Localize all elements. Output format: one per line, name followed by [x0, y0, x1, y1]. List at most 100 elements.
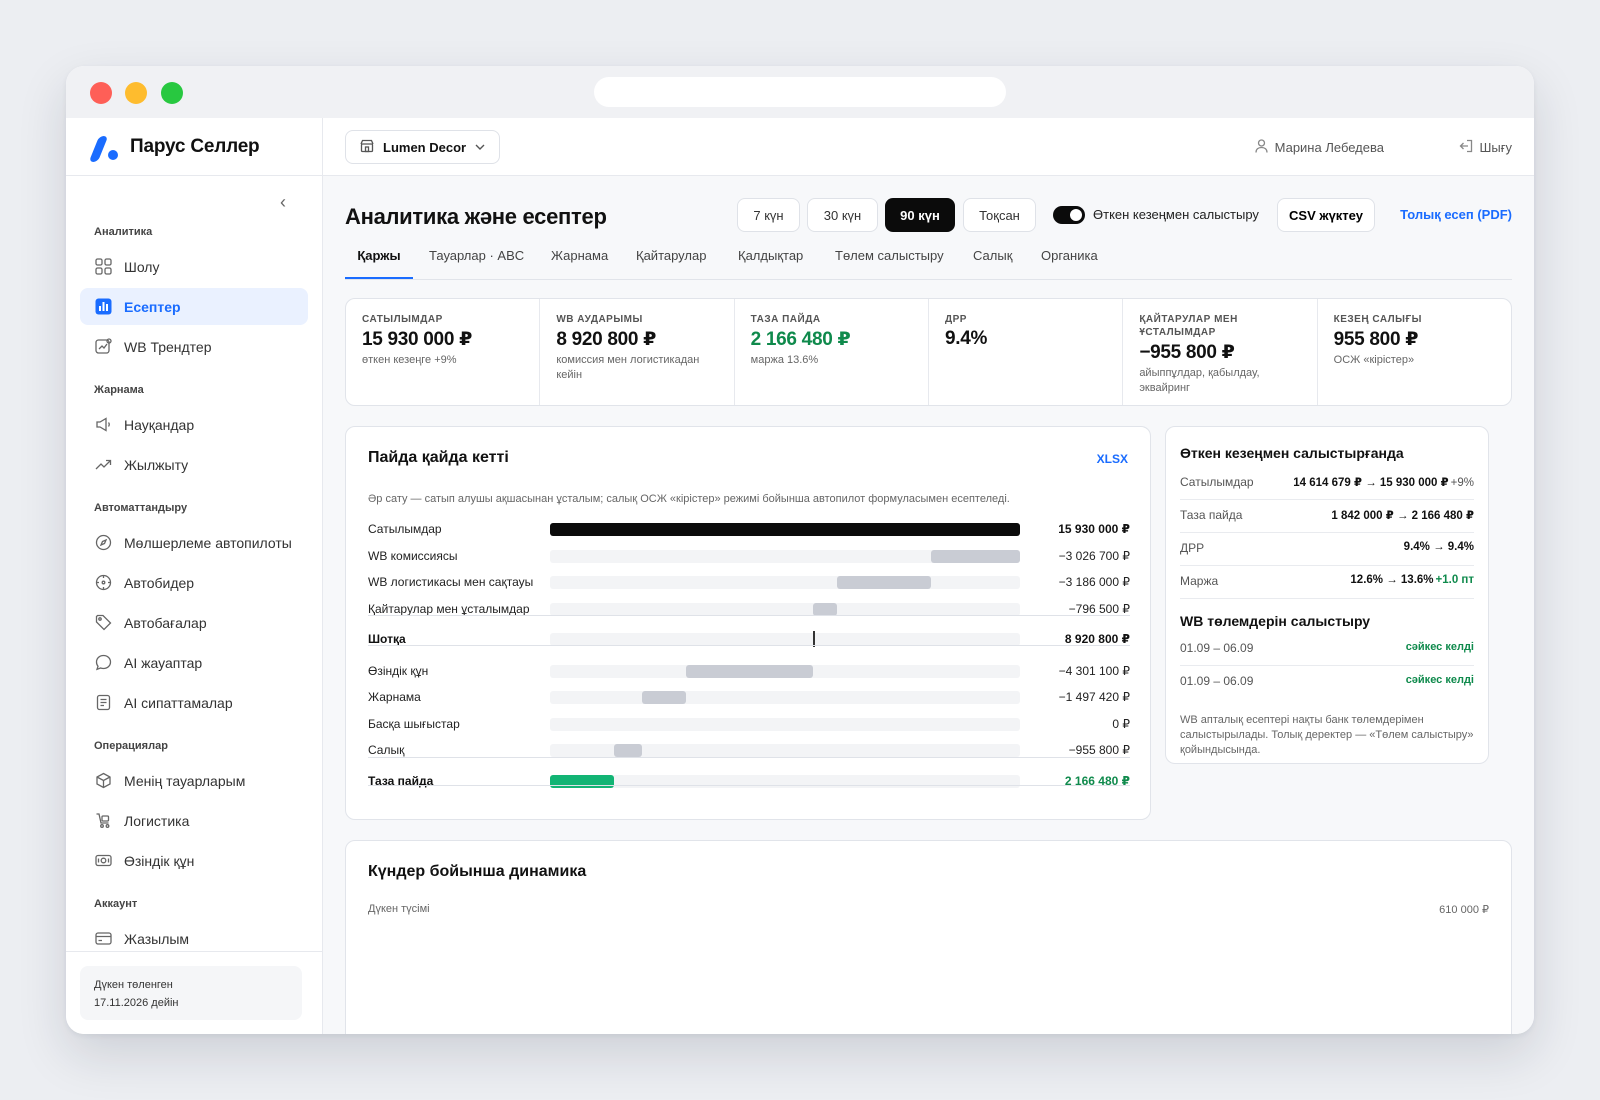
compare-toggle[interactable] — [1053, 206, 1085, 224]
period-30-days-button[interactable]: 30 күн — [807, 198, 878, 232]
sidebar-item-target[interactable]: Автобидер — [80, 564, 308, 601]
sidebar-item-label: AI жауаптар — [124, 654, 203, 671]
waterfall-row: Шотқа 8 920 800 ₽ — [368, 627, 1130, 653]
tab-advertising[interactable]: Жарнама — [551, 248, 608, 279]
store-name: Lumen Decor — [383, 139, 467, 155]
grid-icon — [94, 258, 112, 276]
sidebar-item-label: Есептер — [124, 298, 181, 315]
period-comparison-card: Өткен кезеңмен салыстырғанда WB төлемдер… — [1165, 426, 1489, 764]
sidebar-item-chart[interactable]: Есептер — [80, 288, 308, 325]
csv-download-button[interactable]: CSV жүктеу — [1277, 198, 1375, 232]
page-header: Аналитика және есептер 7 күн 30 күн 90 к… — [345, 198, 1512, 234]
sidebar-item-compass[interactable]: Мөлшерлеме автопилоты — [80, 524, 308, 561]
waterfall-value: 8 920 800 ₽ — [1064, 632, 1130, 646]
waterfall-bar — [930, 550, 1020, 563]
profit-breakdown-note: Әр сату — сатып алушы ақшасынан ұсталым;… — [368, 493, 1010, 505]
waterfall-bar — [836, 576, 931, 589]
chart-icon — [94, 298, 112, 316]
profit-breakdown-title: Пайда қайда кетті — [368, 449, 509, 466]
waterfall-label: Сатылымдар — [368, 522, 442, 536]
close-window-button[interactable] — [90, 82, 112, 104]
pdf-report-link[interactable]: Толық есеп (PDF) — [1400, 207, 1512, 222]
sidebar-item-box[interactable]: Менің тауарларым — [80, 762, 308, 799]
sidebar-item-cart[interactable]: Логистика — [80, 802, 308, 839]
sidebar-item-label: Науқандар — [124, 416, 195, 433]
tag-icon — [94, 614, 112, 632]
waterfall-bar — [642, 691, 687, 704]
comparison-row: ДРР 9.4% → 9.4% — [1180, 533, 1474, 566]
chevron-down-icon — [475, 141, 485, 153]
sidebar-item-label: Шолу — [124, 258, 160, 275]
tab-stock[interactable]: Қалдықтар — [738, 248, 803, 279]
sidebar-item-chat[interactable]: AI жауаптар — [80, 644, 308, 681]
nav-section-title: Операциялар — [94, 740, 168, 752]
waterfall-divider — [368, 757, 1130, 758]
payment-reconciliation-row: 01.09 – 06.09 сәйкес келді — [1180, 633, 1474, 666]
comparison-metric: Таза пайда — [1180, 508, 1243, 522]
kpi-label: WB АУДАРЫМЫ — [556, 314, 643, 325]
tab-finance[interactable]: Қаржы — [345, 248, 413, 279]
nav-section-title: Аккаунт — [94, 898, 138, 910]
minimize-window-button[interactable] — [125, 82, 147, 104]
xlsx-export-link[interactable]: XLSX — [1097, 452, 1128, 466]
comparison-metric: ДРР — [1180, 541, 1205, 555]
tab-products-abc[interactable]: Тауарлар · ABC — [429, 248, 524, 279]
period-90-days-button[interactable]: 90 күн — [885, 198, 955, 232]
sidebar-item-money[interactable]: Өзіндік құн — [80, 842, 308, 879]
waterfall-value: 0 ₽ — [1112, 717, 1130, 731]
user-menu[interactable]: Марина Лебедева — [1254, 139, 1384, 156]
kpi-label: САТЫЛЫМДАР — [362, 314, 443, 325]
payment-status-badge: сәйкес келді — [1405, 674, 1474, 686]
sidebar-item-document[interactable]: AI сипаттамалар — [80, 684, 308, 721]
waterfall-row: Сатылымдар 15 930 000 ₽ — [368, 517, 1130, 543]
comparison-value-text: 14 614 679 ₽ → 15 930 000 ₽ — [1293, 477, 1449, 489]
trend-card-icon — [94, 338, 112, 356]
kpi-card: ДРР 9.4% — [929, 299, 1124, 405]
tab-payment-reconciliation[interactable]: Төлем салыстыру — [835, 248, 944, 279]
kpi-subtext: ОСЖ «кірістер» — [1333, 354, 1415, 366]
subscription-status-label: Дүкен төленген — [94, 979, 173, 991]
sidebar-item-tag[interactable]: Автобағалар — [80, 604, 308, 641]
tab-organic[interactable]: Органика — [1041, 248, 1098, 279]
waterfall-row: Таза пайда 2 166 480 ₽ — [368, 769, 1130, 795]
sidebar-item-label: Автобидер — [124, 574, 195, 591]
period-7-days-button[interactable]: 7 күн — [737, 198, 800, 232]
waterfall-divider — [368, 645, 1130, 646]
app: Парус Селлер ‹ Аналитика Шолу Есептер WB Тр… — [66, 118, 1534, 1034]
comparison-row: Сатылымдар 14 614 679 ₽ → 15 930 000 ₽ +9% — [1180, 467, 1474, 500]
comparison-values: 1 842 000 ₽ → 2 166 480 ₽ — [1331, 508, 1474, 522]
comparison-metric: Сатылымдар — [1180, 475, 1254, 489]
tab-tax[interactable]: Салық — [973, 248, 1012, 279]
store-icon — [360, 139, 374, 156]
tab-returns[interactable]: Қайтарулар — [636, 248, 706, 279]
kpi-value: 8 920 800 ₽ — [556, 329, 657, 350]
waterfall-track — [550, 691, 1020, 704]
waterfall-row: Салық −955 800 ₽ — [368, 738, 1130, 764]
waterfall-value: −3 026 700 ₽ — [1058, 549, 1130, 563]
waterfall-label: Шотқа — [368, 632, 406, 646]
brand[interactable]: Парус Селлер — [66, 118, 322, 176]
compass-icon — [94, 534, 112, 552]
logout-button[interactable]: Шығу — [1459, 139, 1512, 156]
payments-reconciliation-title: WB төлемдерін салыстыру — [1180, 613, 1371, 629]
kpi-value: 955 800 ₽ — [1333, 329, 1419, 350]
trending-up-icon — [94, 456, 112, 474]
collapse-sidebar-icon[interactable]: ‹ — [280, 192, 286, 213]
sidebar-item-grid[interactable]: Шолу — [80, 248, 308, 285]
sidebar-item-trend-card[interactable]: WB Трендтер — [80, 328, 308, 365]
megaphone-icon — [94, 416, 112, 434]
sidebar-item-megaphone[interactable]: Науқандар — [80, 406, 308, 443]
maximize-window-button[interactable] — [161, 82, 183, 104]
address-bar[interactable] — [594, 77, 1006, 107]
sidebar-item-trending-up[interactable]: Жылжыту — [80, 446, 308, 483]
report-tabs: Қаржы Тауарлар · ABC Жарнама Қайтарулар … — [345, 248, 1512, 280]
kpi-card: КЕЗЕҢ САЛЫҒЫ 955 800 ₽ ОСЖ «кірістер» — [1318, 299, 1511, 405]
topbar: Lumen Decor Марина Лебедева Шығу — [323, 118, 1534, 176]
sidebar-item-label: Жазылым — [124, 930, 190, 947]
waterfall-value: −3 186 000 ₽ — [1058, 575, 1130, 589]
page-title: Аналитика және есептер — [345, 204, 607, 229]
store-selector[interactable]: Lumen Decor — [345, 130, 501, 164]
period-quarter-button[interactable]: Тоқсан — [963, 198, 1036, 232]
waterfall-label: Жарнама — [368, 690, 421, 704]
window-titlebar — [66, 66, 1534, 118]
